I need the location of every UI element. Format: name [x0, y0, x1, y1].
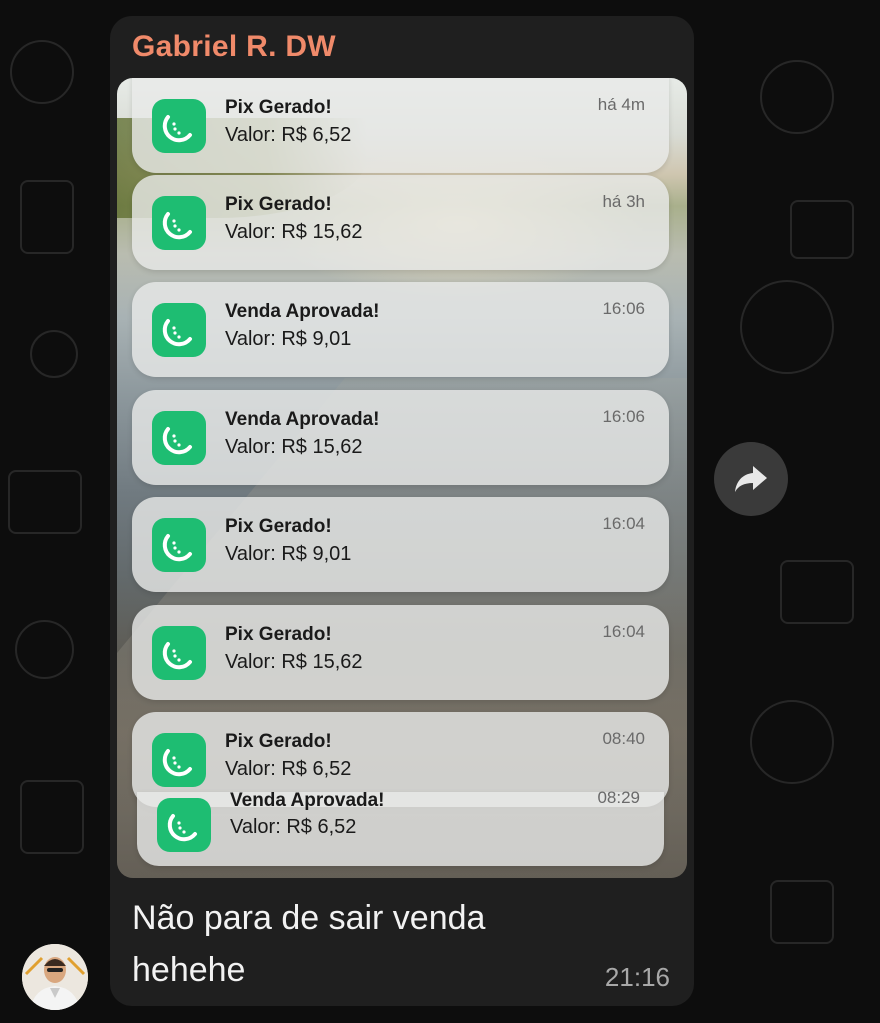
notification-title: Pix Gerado! — [225, 97, 332, 118]
notification-card: Pix Gerado! Valor: R$ 15,62 há 3h — [132, 175, 669, 270]
notification-card: Venda Aprovada! Valor: R$ 9,01 16:06 — [132, 282, 669, 377]
wallpaper-doodle — [20, 780, 84, 854]
forward-button[interactable] — [714, 442, 788, 516]
message-time: 21:16 — [604, 962, 670, 992]
sender-name[interactable]: Gabriel R. DW — [132, 30, 336, 64]
wallpaper-doodle — [8, 470, 82, 534]
watermelon-slice-icon — [152, 303, 206, 357]
notification-amount: Valor: R$ 6,52 — [225, 124, 352, 146]
avatar[interactable] — [22, 944, 88, 1010]
notification-amount: Valor: R$ 15,62 — [225, 436, 363, 458]
notification-title: Pix Gerado! — [225, 624, 332, 645]
wallpaper-doodle — [20, 180, 74, 254]
notification-amount: Valor: R$ 15,62 — [225, 221, 363, 243]
notification-time: 16:04 — [602, 622, 645, 641]
notification-amount: Valor: R$ 6,52 — [230, 816, 357, 838]
wallpaper-doodle — [740, 280, 834, 374]
notification-amount: Valor: R$ 9,01 — [225, 328, 352, 350]
notification-amount: Valor: R$ 9,01 — [225, 543, 352, 565]
message-caption: Não para de sair venda hehehe — [132, 899, 486, 989]
wallpaper-doodle — [780, 560, 854, 624]
notification-title: Pix Gerado! — [225, 731, 332, 752]
notification-card: Pix Gerado! Valor: R$ 15,62 16:04 — [132, 605, 669, 700]
notification-time: há 3h — [602, 192, 645, 211]
notification-title: Pix Gerado! — [225, 194, 332, 215]
notification-time: 16:06 — [602, 407, 645, 426]
wallpaper-doodle — [750, 700, 834, 784]
notification-card: Venda Aprovada! Valor: R$ 6,52 08:29 — [137, 788, 664, 866]
forward-arrow-icon — [735, 466, 767, 492]
wallpaper-doodle — [10, 40, 74, 104]
notification-time: 16:04 — [602, 514, 645, 533]
watermelon-slice-icon — [152, 733, 206, 787]
notification-amount: Valor: R$ 15,62 — [225, 651, 363, 673]
wallpaper-doodle — [15, 620, 74, 679]
notification-title: Venda Aprovada! — [225, 301, 380, 322]
notification-amount: Valor: R$ 6,52 — [225, 758, 352, 780]
watermelon-slice-icon — [152, 196, 206, 250]
wallpaper-doodle — [760, 60, 834, 134]
notification-time: 16:06 — [602, 299, 645, 318]
notification-title: Venda Aprovada! — [230, 790, 385, 811]
notification-card: Venda Aprovada! Valor: R$ 15,62 16:06 — [132, 390, 669, 485]
watermelon-slice-icon — [152, 99, 206, 153]
watermelon-slice-icon — [157, 798, 211, 852]
notification-time: há 4m — [597, 95, 645, 114]
wallpaper-doodle — [30, 330, 78, 378]
notification-time: 08:29 — [597, 788, 640, 807]
screenshot-image[interactable]: Pix Gerado! Valor: R$ 6,52 há 4m Pix Gerado… — [117, 78, 687, 878]
notification-card: Pix Gerado! Valor: R$ 9,01 16:04 — [132, 497, 669, 592]
watermelon-slice-icon — [152, 518, 206, 572]
notification-card: Pix Gerado! Valor: R$ 6,52 há 4m — [132, 78, 669, 173]
notification-time: 08:40 — [602, 729, 645, 748]
watermelon-slice-icon — [152, 411, 206, 465]
notification-title: Venda Aprovada! — [225, 409, 380, 430]
notification-title: Pix Gerado! — [225, 516, 332, 537]
wallpaper-doodle — [770, 880, 834, 944]
wallpaper-doodle — [790, 200, 854, 259]
avatar-portrait — [22, 944, 88, 1010]
watermelon-slice-icon — [152, 626, 206, 680]
message-bubble[interactable]: Gabriel R. DW Pix Gerado! Valor: R$ 6,52 h… — [110, 16, 694, 1006]
